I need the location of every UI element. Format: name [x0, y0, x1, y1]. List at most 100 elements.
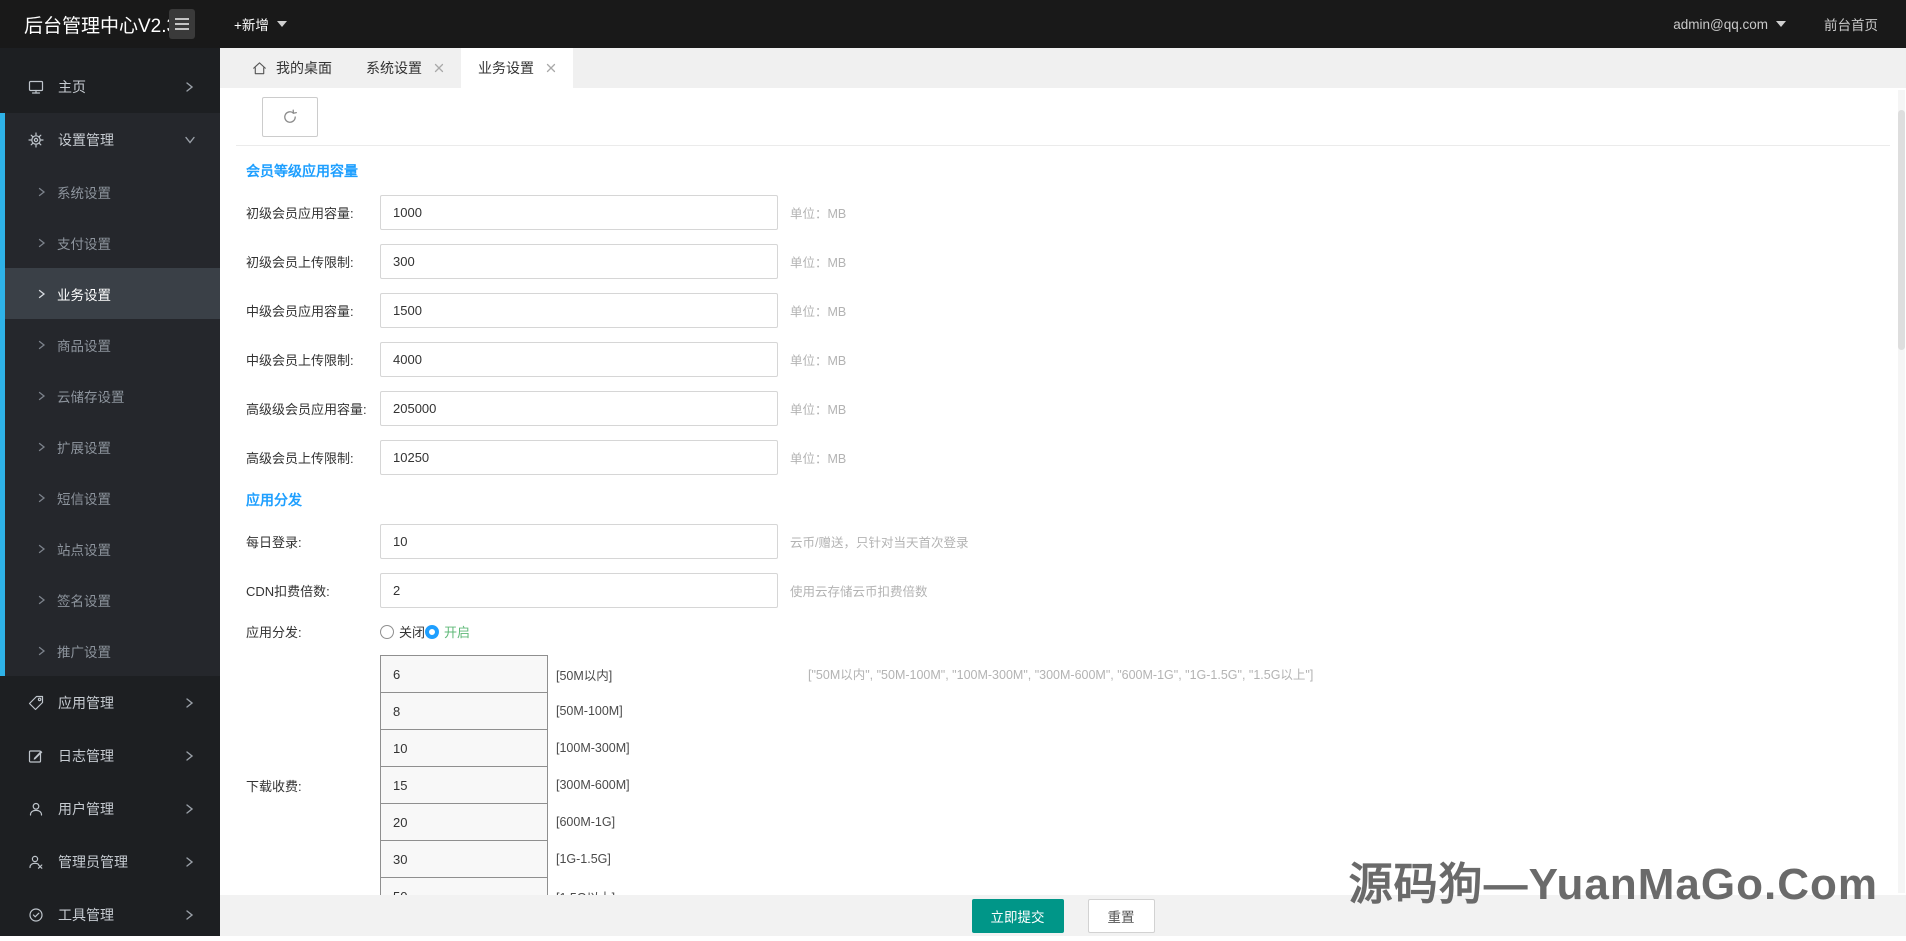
sidebar-item-payment-settings[interactable]: 支付设置 [0, 217, 220, 268]
senior-upload-limit-input[interactable] [380, 440, 778, 475]
sidebar-item-business-settings[interactable]: 业务设置 [0, 268, 220, 319]
sidebar-item-cloudstorage-settings[interactable]: 云储存设置 [0, 370, 220, 421]
fee-tier-input[interactable] [380, 766, 548, 804]
reset-button[interactable]: 重置 [1087, 898, 1155, 933]
fee-tier-row: [600M-1G] [380, 803, 630, 841]
fee-tier-range: [600M-1G] [556, 815, 616, 829]
form-row: 高级级会员应用容量: 单位：MB [246, 391, 1906, 426]
middle-upload-limit-input[interactable] [380, 342, 778, 377]
tab-bar: 我的桌面 系统设置 业务设置 [220, 48, 1906, 88]
field-hint: 单位：MB [790, 256, 847, 270]
fee-tier-input[interactable] [380, 877, 548, 895]
sidebar-item-tools[interactable]: 工具管理 [0, 888, 220, 941]
chevron-down-icon [185, 136, 195, 144]
section-title-capacity: 会员等级应用容量 [246, 163, 358, 179]
cdn-fee-multiplier-input[interactable] [380, 573, 778, 608]
fee-tier-input[interactable] [380, 655, 548, 693]
section-title-distribution: 应用分发 [246, 492, 302, 508]
junior-capacity-input[interactable] [380, 195, 778, 230]
sidebar-item-admins[interactable]: 管理员管理 [0, 835, 220, 888]
radio-on-icon[interactable] [425, 624, 440, 639]
refresh-button[interactable] [262, 97, 318, 137]
form-row-radio: 应用分发: 关闭 开启 [246, 622, 1906, 641]
senior-capacity-input[interactable] [380, 391, 778, 426]
sidebar-item-promotion-settings[interactable]: 推广设置 [0, 625, 220, 676]
chevron-right-icon [38, 544, 46, 553]
active-group-indicator [0, 113, 5, 676]
sidebar-item-label: 日志管理 [58, 747, 114, 764]
form-row: 中级会员上传限制: 单位：MB [246, 342, 1906, 377]
sidebar-item-label: 工具管理 [58, 906, 114, 923]
form-row: 每日登录: 云币/赠送，只针对当天首次登录 [246, 524, 1906, 559]
tag-icon [28, 695, 44, 710]
fee-tier-row: [100M-300M] [380, 729, 630, 767]
sidebar-subitem-label: 扩展设置 [57, 440, 111, 456]
sidebar-item-home[interactable]: 主页 [0, 60, 220, 113]
sidebar-subitem-label: 云储存设置 [57, 389, 125, 405]
sidebar-item-site-settings[interactable]: 站点设置 [0, 523, 220, 574]
fee-tier-input[interactable] [380, 692, 548, 730]
sidebar-item-apps[interactable]: 应用管理 [0, 676, 220, 729]
fee-tier-row: [1G-1.5G] [380, 840, 630, 878]
sidebar-item-product-settings[interactable]: 商品设置 [0, 319, 220, 370]
tab-label: 系统设置 [366, 60, 422, 76]
divider [236, 145, 1890, 146]
sidebar-item-users[interactable]: 用户管理 [0, 782, 220, 835]
sidebar: 主页 设置管理 系统设置 支付设置 业务设置 商品设置 云储存设置 扩展设置 短… [0, 48, 220, 936]
sidebar-item-label: 主页 [58, 78, 86, 95]
watermark: 源码狗—YuanMaGo.Com [1348, 860, 1878, 909]
badge-check-icon [29, 907, 43, 922]
field-label: 中级会员应用容量: [246, 304, 354, 319]
frontend-home-link[interactable]: 前台首页 [1824, 14, 1878, 34]
close-icon[interactable] [546, 63, 556, 73]
user-menu[interactable]: admin@qq.com [1673, 17, 1786, 32]
sidebar-item-system-settings[interactable]: 系统设置 [0, 166, 220, 217]
sidebar-item-sms-settings[interactable]: 短信设置 [0, 472, 220, 523]
distribution-radio-group: 关闭 开启 [380, 622, 470, 641]
radio-off-icon[interactable] [380, 624, 394, 639]
close-icon[interactable] [434, 63, 444, 73]
sidebar-item-logs[interactable]: 日志管理 [0, 729, 220, 782]
tab-label: 业务设置 [478, 60, 534, 76]
junior-upload-limit-input[interactable] [380, 244, 778, 279]
chevron-right-icon [186, 81, 194, 92]
new-item-button[interactable]: +新增 [234, 14, 287, 34]
chevron-right-icon [186, 697, 194, 708]
sidebar-item-label: 管理员管理 [58, 853, 128, 870]
field-hint: 单位：MB [790, 305, 847, 319]
chevron-right-icon [186, 909, 194, 920]
field-label: 中级会员上传限制: [246, 353, 354, 368]
fee-tier-input[interactable] [380, 803, 548, 841]
fee-tier-range: [1G-1.5G] [556, 852, 611, 866]
fee-tier-range: [50M-100M] [556, 704, 623, 718]
field-label: 每日登录: [246, 535, 302, 550]
scrollbar-track[interactable] [1898, 90, 1905, 893]
sidebar-subitem-label: 站点设置 [57, 542, 111, 558]
fee-tier-range: [50M以内] [556, 668, 613, 683]
chevron-right-icon [38, 289, 46, 298]
middle-capacity-input[interactable] [380, 293, 778, 328]
sidebar-item-signature-settings[interactable]: 签名设置 [0, 574, 220, 625]
fee-tier-row: [50M以内] [380, 655, 630, 693]
radio-label[interactable]: 开启 [444, 622, 470, 641]
radio-option-on[interactable]: 开启 [425, 622, 470, 641]
tab-system-settings[interactable]: 系统设置 [349, 48, 461, 88]
caret-down-icon [276, 21, 287, 27]
fee-tier-input[interactable] [380, 729, 548, 767]
tab-business-settings[interactable]: 业务设置 [461, 48, 573, 88]
sidebar-item-extension-settings[interactable]: 扩展设置 [0, 421, 220, 472]
sidebar-item-settings[interactable]: 设置管理 [0, 113, 220, 166]
form-row: CDN扣费倍数: 使用云存储云币扣费倍数 [246, 573, 1906, 608]
user-icon [29, 802, 43, 816]
tab-my-desktop[interactable]: 我的桌面 [235, 48, 349, 88]
fee-tier-input[interactable] [380, 840, 548, 878]
menu-toggle-button[interactable] [169, 9, 195, 39]
sidebar-item-label: 用户管理 [58, 800, 114, 817]
daily-login-input[interactable] [380, 524, 778, 559]
radio-option-off[interactable]: 关闭 [380, 622, 425, 641]
fee-tier-range: [100M-300M] [556, 741, 630, 755]
sidebar-item-label: 设置管理 [58, 131, 114, 148]
submit-button[interactable]: 立即提交 [971, 898, 1064, 933]
radio-label[interactable]: 关闭 [399, 622, 425, 641]
scrollbar-thumb[interactable] [1898, 110, 1905, 350]
